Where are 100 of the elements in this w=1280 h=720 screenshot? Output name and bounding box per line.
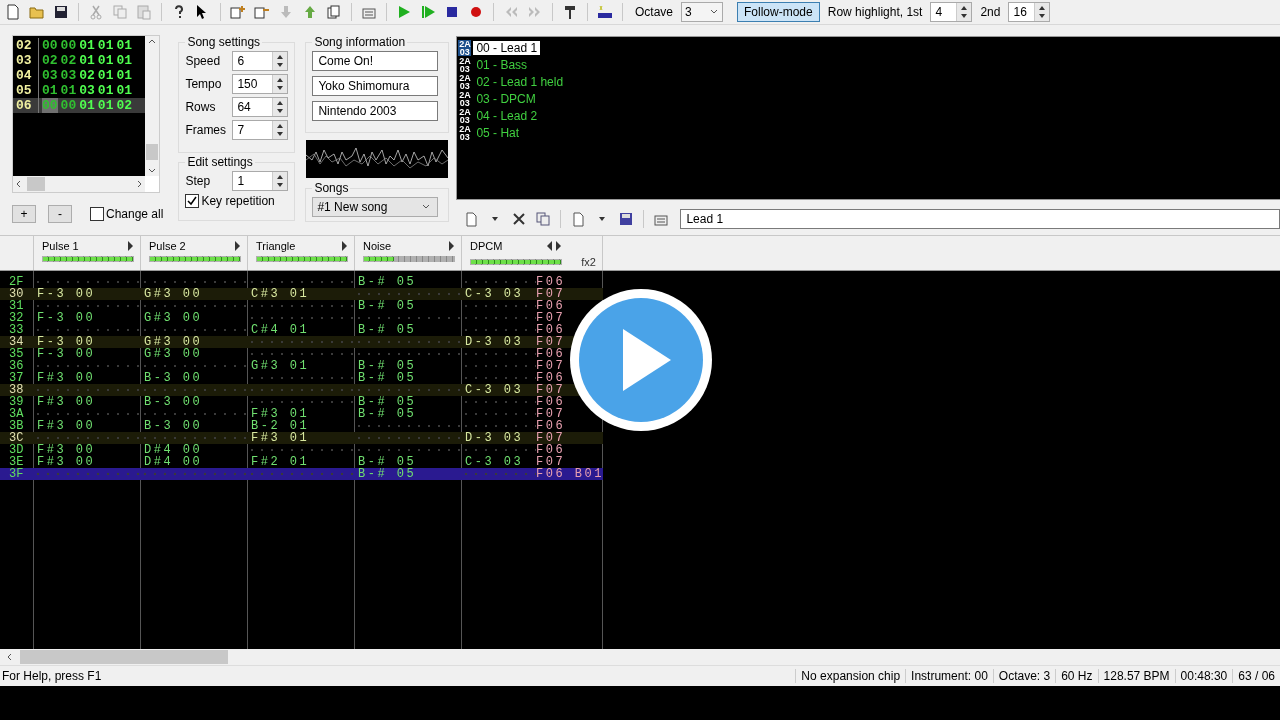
pattern-cell[interactable]: B-# 05 [354, 360, 461, 372]
pattern-cell[interactable]: D-3 03 [461, 432, 536, 444]
pattern-cell[interactable]: C-3 03 [461, 456, 536, 468]
effect-cell[interactable]: F07 [536, 432, 566, 444]
pattern-cell[interactable]: F-3 00 [33, 312, 140, 324]
scrollbar-thumb[interactable] [146, 144, 158, 160]
pattern-cell[interactable]: C#4 01 [247, 324, 354, 336]
pattern-cell[interactable]: C-3 03 [461, 384, 536, 396]
step-spinner[interactable]: 1 [232, 171, 289, 191]
pattern-cell[interactable]: B-# 05 [354, 276, 461, 288]
effect-cell[interactable]: F06 [536, 348, 566, 360]
effect-cell[interactable]: F07 [536, 408, 566, 420]
text-field[interactable]: Yoko Shimomura [312, 76, 439, 96]
channel-header[interactable]: DPCM fx2 [462, 236, 603, 270]
pattern-cell[interactable]: F#3 00 [33, 456, 140, 468]
text-field[interactable]: Come On! [312, 51, 439, 71]
channel-header[interactable]: Triangle [248, 236, 355, 270]
instrument-item[interactable]: 02 - Lead 1 held [473, 74, 567, 89]
second-highlight-spinner[interactable]: 16 [1008, 2, 1051, 22]
change-all-checkbox[interactable]: Change all [90, 207, 164, 221]
arrow-right-icon[interactable] [555, 241, 562, 251]
instrument-item[interactable]: 01 - Bass [473, 57, 531, 72]
number-spinner[interactable]: 64 [232, 97, 289, 117]
arrow-left-icon[interactable] [546, 241, 553, 251]
pattern-cell[interactable]: C-3 03 [461, 288, 536, 300]
instrument-item[interactable]: 04 - Lead 2 [473, 108, 541, 123]
effect-cell[interactable]: F07 [536, 288, 566, 300]
effect-cell[interactable]: F07 [536, 456, 566, 468]
pattern-cell[interactable]: F-3 00 [33, 348, 140, 360]
channel-header[interactable]: Pulse 1 [34, 236, 141, 270]
effect-cell[interactable]: F06 [536, 420, 566, 432]
arrow-right-icon[interactable] [341, 241, 348, 251]
pattern-cell[interactable]: F-3 00 [33, 336, 140, 348]
pattern-cell[interactable]: F#2 01 [247, 456, 354, 468]
effect-cell[interactable]: F07 [536, 384, 566, 396]
number-spinner[interactable]: 7 [232, 120, 289, 140]
key-repetition-checkbox[interactable]: Key repetition [185, 194, 289, 208]
pattern-cell[interactable]: F-3 00 [33, 288, 140, 300]
pattern-cell[interactable]: F#3 00 [33, 444, 140, 456]
effect-cell[interactable]: F06 B01 [536, 468, 604, 480]
instrument-name-field[interactable]: Lead 1 [680, 209, 1280, 229]
frame-row[interactable]: 02 00 00 01 01 01 [13, 38, 145, 53]
effect-cell[interactable]: F06 [536, 324, 566, 336]
pattern-cell[interactable]: B-# 05 [354, 372, 461, 384]
pattern-cell[interactable]: B-# 05 [354, 468, 461, 480]
text-field[interactable]: Nintendo 2003 [312, 101, 439, 121]
effect-cell[interactable]: F07 [536, 312, 566, 324]
pattern-cell[interactable]: G#3 01 [247, 360, 354, 372]
add-frame-button[interactable]: + [12, 205, 36, 223]
pattern-cell[interactable]: B-# 05 [354, 300, 461, 312]
pattern-cell[interactable]: F#3 00 [33, 372, 140, 384]
pattern-cell[interactable]: D#4 00 [140, 444, 247, 456]
song-dropdown[interactable]: #1 New song [312, 197, 439, 217]
effect-cell[interactable]: F06 [536, 444, 566, 456]
scrollbar-thumb[interactable] [27, 177, 45, 191]
instrument-item[interactable]: 00 - Lead 1 [473, 40, 541, 55]
pattern-cell[interactable]: D#4 00 [140, 456, 247, 468]
remove-frame-button[interactable]: - [48, 205, 72, 223]
follow-mode-button[interactable]: Follow-mode [737, 2, 820, 22]
vertical-scrollbar[interactable] [145, 36, 159, 176]
pattern-cell[interactable]: B-3 00 [140, 372, 247, 384]
frame-row[interactable]: 04 03 03 02 01 01 [13, 68, 145, 83]
row-highlight-spinner[interactable]: 4 [930, 2, 973, 22]
pattern-cell[interactable]: B-# 05 [354, 396, 461, 408]
pattern-cell[interactable]: F#3 01 [247, 408, 354, 420]
pattern-cell[interactable]: B-3 00 [140, 396, 247, 408]
pattern-cell[interactable]: G#3 00 [140, 336, 247, 348]
pattern-cell[interactable]: F#3 00 [33, 420, 140, 432]
pattern-cell[interactable]: B-# 05 [354, 408, 461, 420]
channel-header[interactable]: Noise [355, 236, 462, 270]
horizontal-scrollbar[interactable] [13, 176, 145, 192]
pattern-cell[interactable]: B-# 05 [354, 324, 461, 336]
effect-cell[interactable]: F07 [536, 336, 566, 348]
octave-dropdown[interactable]: 3 [681, 2, 723, 22]
pattern-cell[interactable]: B-# 05 [354, 456, 461, 468]
pattern-cell[interactable]: B-2 01 [247, 420, 354, 432]
instrument-item[interactable]: 05 - Hat [473, 125, 523, 140]
number-spinner[interactable]: 150 [232, 74, 289, 94]
channel-header[interactable]: Pulse 2 [141, 236, 248, 270]
effect-cell[interactable]: F06 [536, 372, 566, 384]
play-button-icon[interactable] [568, 287, 714, 433]
effect-cell[interactable]: F07 [536, 360, 566, 372]
frame-row[interactable]: 06 00 00 01 01 02 [13, 98, 145, 113]
effect-cell[interactable]: F06 [536, 396, 566, 408]
pattern-cell[interactable]: G#3 00 [140, 288, 247, 300]
arrow-right-icon[interactable] [127, 241, 134, 251]
arrow-right-icon[interactable] [234, 241, 241, 251]
instrument-item[interactable]: 03 - DPCM [473, 91, 539, 106]
pattern-cell[interactable]: F#3 01 [247, 432, 354, 444]
pattern-cell[interactable]: D-3 03 [461, 336, 536, 348]
effect-cell[interactable]: F06 [536, 276, 566, 288]
arrow-right-icon[interactable] [448, 241, 455, 251]
pattern-cell[interactable]: B-3 00 [140, 420, 247, 432]
pattern-cell[interactable]: G#3 00 [140, 348, 247, 360]
pattern-cell[interactable]: F#3 00 [33, 396, 140, 408]
scrollbar-thumb[interactable] [20, 650, 228, 664]
pattern-cell[interactable]: G#3 00 [140, 312, 247, 324]
number-spinner[interactable]: 6 [232, 51, 289, 71]
pattern-cell[interactable]: C#3 01 [247, 288, 354, 300]
frame-row[interactable]: 03 02 02 01 01 01 [13, 53, 145, 68]
